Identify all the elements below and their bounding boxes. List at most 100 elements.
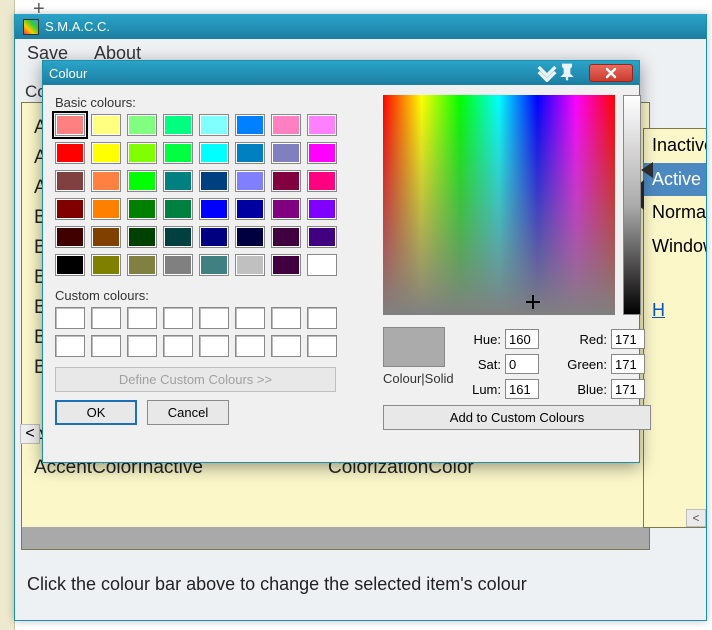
menu-about[interactable]: About [94, 43, 141, 61]
custom-swatch[interactable] [271, 335, 301, 357]
basic-swatch[interactable] [91, 254, 121, 276]
right-item-normal[interactable]: Normal [644, 196, 706, 230]
add-to-custom-colours-button[interactable]: Add to Custom Colours [383, 405, 651, 430]
basic-swatch[interactable] [199, 226, 229, 248]
basic-swatch[interactable] [235, 114, 265, 136]
custom-swatch[interactable] [91, 335, 121, 357]
custom-swatch[interactable] [127, 335, 157, 357]
right-item-active[interactable]: Active [644, 163, 706, 196]
basic-swatch[interactable] [127, 170, 157, 192]
basic-swatch[interactable] [55, 114, 85, 136]
red-label: Red: [567, 332, 607, 347]
basic-swatch[interactable] [91, 170, 121, 192]
custom-swatch[interactable] [307, 307, 337, 329]
basic-swatch[interactable] [271, 226, 301, 248]
custom-swatch[interactable] [199, 335, 229, 357]
colour-preview [383, 327, 445, 367]
blue-label: Blue: [567, 382, 607, 397]
right-item-window[interactable]: Window [644, 230, 706, 264]
basic-swatch[interactable] [163, 170, 193, 192]
basic-swatch[interactable] [91, 198, 121, 220]
basic-swatch[interactable] [199, 198, 229, 220]
basic-swatch[interactable] [91, 142, 121, 164]
basic-swatch[interactable] [199, 142, 229, 164]
basic-swatch[interactable] [55, 226, 85, 248]
basic-swatch[interactable] [127, 226, 157, 248]
scroll-left-button[interactable]: < [20, 424, 40, 444]
basic-swatch[interactable] [271, 114, 301, 136]
sat-input[interactable] [505, 354, 539, 374]
basic-swatch[interactable] [91, 226, 121, 248]
menu-save[interactable]: Save [27, 43, 68, 61]
custom-swatch[interactable] [163, 307, 193, 329]
custom-swatch[interactable] [199, 307, 229, 329]
hue-label: Hue: [469, 332, 501, 347]
basic-swatch[interactable] [307, 226, 337, 248]
basic-swatch[interactable] [91, 114, 121, 136]
crosshair-icon [526, 295, 540, 309]
basic-swatch[interactable] [163, 198, 193, 220]
basic-swatch[interactable] [55, 142, 85, 164]
custom-swatch[interactable] [127, 307, 157, 329]
custom-swatch[interactable] [235, 307, 265, 329]
custom-swatch[interactable] [55, 335, 85, 357]
colour-dialog-title: Colour [49, 66, 87, 81]
basic-swatch[interactable] [163, 254, 193, 276]
basic-swatch[interactable] [307, 254, 337, 276]
basic-swatch[interactable] [127, 142, 157, 164]
basic-swatch[interactable] [307, 198, 337, 220]
lum-input[interactable] [505, 379, 539, 399]
basic-swatch[interactable] [235, 142, 265, 164]
custom-swatch[interactable] [235, 335, 265, 357]
custom-swatch[interactable] [307, 335, 337, 357]
smacc-titlebar[interactable]: S.M.A.C.C. [15, 14, 706, 39]
basic-swatch[interactable] [55, 170, 85, 192]
luminosity-caret-icon [641, 162, 653, 178]
basic-swatch[interactable] [199, 254, 229, 276]
green-input[interactable] [611, 354, 645, 374]
basic-swatch[interactable] [235, 170, 265, 192]
custom-swatch[interactable] [55, 307, 85, 329]
basic-swatch[interactable] [307, 114, 337, 136]
basic-swatch[interactable] [163, 226, 193, 248]
basic-swatch[interactable] [271, 254, 301, 276]
basic-swatch[interactable] [163, 114, 193, 136]
sat-label: Sat: [469, 357, 501, 372]
basic-swatch[interactable] [55, 198, 85, 220]
lum-label: Lum: [469, 382, 501, 397]
ok-button[interactable]: OK [55, 400, 137, 425]
pin-icon[interactable] [557, 62, 577, 85]
basic-swatch[interactable] [127, 198, 157, 220]
hue-input[interactable] [505, 329, 539, 349]
colour-dialog: Colour Basic colours: Custom colours: [42, 60, 640, 463]
basic-swatch[interactable] [307, 142, 337, 164]
cancel-button[interactable]: Cancel [147, 400, 229, 425]
scroll-left-icon[interactable]: < [686, 509, 706, 527]
basic-swatch[interactable] [127, 114, 157, 136]
right-item-inactive[interactable]: Inactive [644, 129, 706, 163]
basic-swatch[interactable] [55, 254, 85, 276]
basic-swatch[interactable] [271, 170, 301, 192]
chevron-down-icon[interactable] [537, 62, 557, 85]
custom-swatch[interactable] [163, 335, 193, 357]
basic-swatch[interactable] [235, 254, 265, 276]
basic-swatch[interactable] [199, 170, 229, 192]
right-link[interactable]: H [644, 294, 706, 327]
custom-swatch[interactable] [91, 307, 121, 329]
basic-swatch[interactable] [307, 170, 337, 192]
custom-swatch[interactable] [271, 307, 301, 329]
colour-gradient-field[interactable] [383, 95, 615, 315]
basic-swatch[interactable] [235, 226, 265, 248]
colour-bar[interactable] [22, 527, 649, 549]
basic-swatch[interactable] [235, 198, 265, 220]
red-input[interactable] [611, 329, 645, 349]
basic-swatch[interactable] [199, 114, 229, 136]
basic-swatch[interactable] [163, 142, 193, 164]
close-button[interactable] [589, 64, 633, 82]
luminosity-slider[interactable] [623, 95, 641, 315]
blue-input[interactable] [611, 379, 645, 399]
basic-swatch[interactable] [271, 198, 301, 220]
basic-swatch[interactable] [127, 254, 157, 276]
basic-swatch[interactable] [271, 142, 301, 164]
colour-dialog-titlebar[interactable]: Colour [43, 61, 639, 85]
